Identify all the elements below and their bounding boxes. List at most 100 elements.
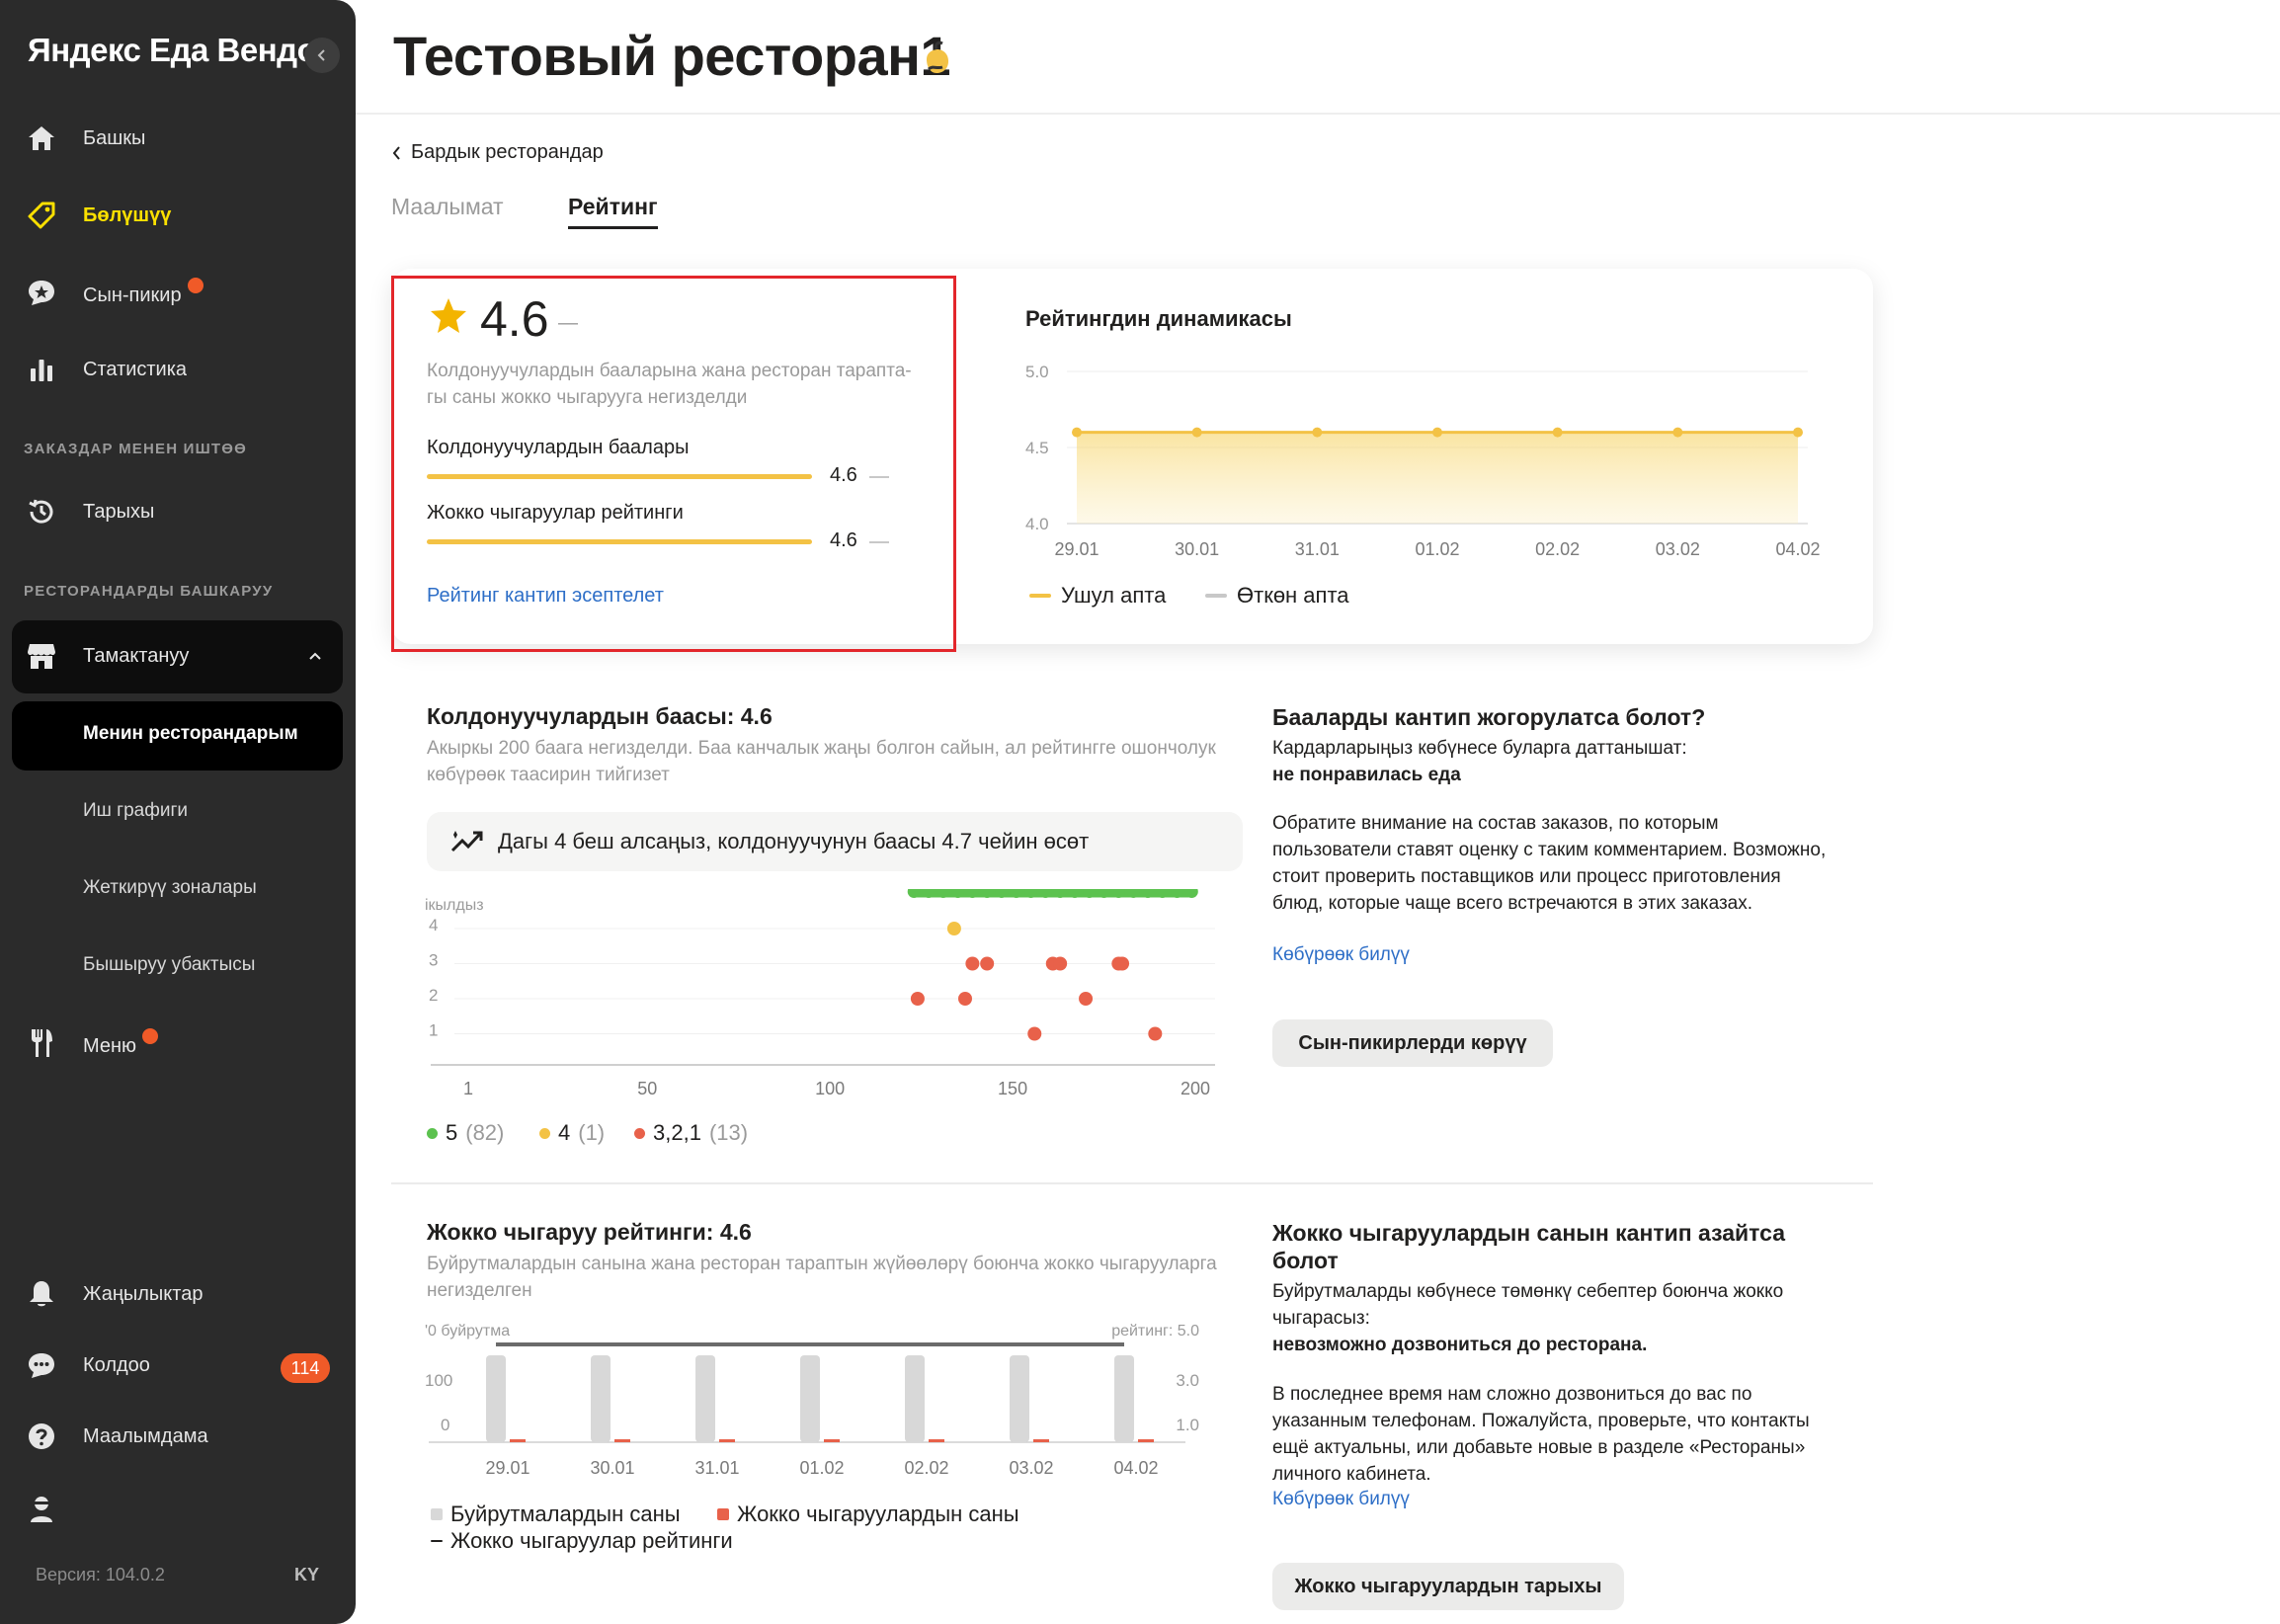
cancellations-bar: [510, 1439, 526, 1442]
orders-bar: [486, 1355, 506, 1442]
improve-body: Обратите внимание на состав заказов, по …: [1272, 813, 1827, 914]
language-switch[interactable]: KY: [294, 1565, 319, 1585]
sidebar-item-reviews[interactable]: Сын-пикир: [0, 267, 356, 318]
y-right-tick: 1.0: [1176, 1416, 1199, 1434]
cancel-rating-trend: [869, 541, 889, 543]
sidebar-item-help[interactable]: Маалымдама: [0, 1411, 356, 1462]
y-tick-label: 1: [429, 1021, 438, 1040]
sidebar-subitem-delivery-zones[interactable]: Жеткирүү зоналары: [83, 877, 257, 899]
x-tick-label: 29.01: [485, 1458, 529, 1478]
sidebar-item-label: Тамактануу: [83, 644, 190, 667]
y-tick-label: 5.0: [1025, 363, 1049, 381]
x-tick-label: 02.02: [1535, 539, 1580, 559]
cancellations-bar: [719, 1439, 735, 1442]
y-tick-label: 4.0: [1025, 515, 1049, 533]
x-tick-label: 150: [998, 1079, 1027, 1096]
trend-up-icon: [450, 831, 483, 853]
cancellation-history-button[interactable]: Жокко чыгаруулардын тарыхы: [1272, 1563, 1624, 1610]
rating-trend: —: [558, 312, 578, 334]
profile-button[interactable]: [0, 1484, 356, 1535]
chat-icon: [26, 1349, 57, 1381]
legend-cancellations: Жокко чыгаруулардын саны: [717, 1502, 1019, 1527]
reduce-learn-more-link[interactable]: Көбүрөөк билүү: [1272, 1489, 1410, 1510]
legend-orders: Буйрутмалардын саны: [431, 1502, 681, 1527]
user-ratings-trend: [869, 476, 889, 478]
point-low-star: [957, 992, 972, 1006]
x-tick-label: 04.02: [1775, 539, 1820, 559]
orders-bar: [695, 1355, 715, 1442]
orders-cancellations-chart: '0 буйрутма рейтинг: 5.0 100 0 3.0 1.0 29.01 30…: [425, 1323, 1199, 1478]
tab-rating[interactable]: Рейтинг: [568, 194, 658, 229]
sidebar-item-stats[interactable]: Статистика: [0, 344, 356, 395]
sidebar-item-promo[interactable]: Бөлүшүү: [0, 190, 356, 241]
brand-logo[interactable]: Яндекс Еда Вендор: [28, 32, 336, 69]
bell-icon: [26, 1278, 57, 1310]
history-icon: [26, 496, 57, 528]
cancellations-bar: [1138, 1439, 1154, 1442]
sidebar-item-home[interactable]: Башкы: [0, 113, 356, 164]
how-rating-calculated-link[interactable]: Рейтинг кантип эсептелет: [427, 585, 664, 608]
page-title: Тестовый ресторан1: [393, 25, 951, 87]
x-tick-label: 31.01: [694, 1458, 739, 1478]
y-tick-label: 2: [429, 986, 438, 1005]
sidebar: Яндекс Еда Вендор Башкы Бөлүшүү Сын-пики…: [0, 0, 356, 1624]
dynamics-chart-title: Рейтингдин динамикасы: [1025, 306, 1292, 331]
sidebar-subitem-label: Менин ресторандарым: [83, 723, 298, 744]
sidebar-group-header[interactable]: Тамактануу: [0, 630, 356, 682]
sidebar-item-label: Башкы: [83, 126, 146, 149]
view-reviews-button[interactable]: Сын-пикирлерди көрүү: [1272, 1019, 1553, 1067]
sidebar-item-history[interactable]: Тарыхы: [0, 486, 356, 537]
point-low-star: [1053, 956, 1068, 971]
legend-four-stars: 4 (1): [539, 1120, 605, 1146]
sidebar-item-label: Меню: [83, 1028, 159, 1058]
review-icon: [26, 277, 57, 308]
chevron-left-icon: [392, 145, 400, 160]
user-ratings-value: 4.6: [830, 464, 857, 486]
sidebar-item-menu[interactable]: Меню: [0, 1017, 356, 1069]
user-ratings-label: Колдонуучулардын баалары: [427, 437, 690, 458]
help-icon: [26, 1421, 57, 1452]
rating-description: Колдонуучулардын бааларына жана ресторан…: [427, 361, 912, 408]
back-to-restaurants-link[interactable]: Бардык ресторандар: [391, 141, 604, 164]
x-tick-label: 1: [463, 1079, 473, 1096]
sidebar-subitem-cooking-time[interactable]: Бышыруу убактысы: [83, 954, 255, 976]
notification-dot: [142, 1028, 159, 1044]
user-ratings-bar: [427, 474, 812, 479]
improve-title: Бааларды кантип жогорулатса болот?: [1272, 704, 1706, 730]
x-tick-label: 03.02: [1009, 1458, 1053, 1478]
sidebar-item-news[interactable]: Жаңылыктар: [0, 1268, 356, 1320]
section-title-orders: ЗАКАЗДАР МЕНЕН ИШТӨӨ: [24, 441, 247, 457]
section-divider: [391, 1182, 1873, 1184]
point-low-star: [1027, 1026, 1042, 1041]
data-point: [1072, 427, 1082, 438]
tab-info[interactable]: Маалымат: [391, 194, 504, 220]
version-label: Версия: 104.0.2: [36, 1565, 165, 1584]
point-low-star: [1148, 1026, 1163, 1041]
restaurant-emoji-icon: [923, 40, 952, 80]
x-tick-label: 03.02: [1656, 539, 1700, 559]
x-tick-label: 31.01: [1295, 539, 1340, 559]
improve-learn-more-link[interactable]: Көбүрөөк билүү: [1272, 944, 1410, 966]
cancel-rating-title: Жокко чыгаруу рейтинги: 4.6: [427, 1219, 752, 1245]
data-point: [1432, 427, 1442, 438]
collapse-sidebar-button[interactable]: [304, 38, 340, 73]
reduce-title: Жокко чыгаруулардын санын кантип азайтса…: [1272, 1220, 1786, 1273]
improve-line1: Кардарларыңыз көбүнесе буларга даттаныша…: [1272, 738, 1687, 759]
x-tick-label: 01.02: [799, 1458, 844, 1478]
section-title-restaurants: РЕСТОРАНДАРДЫ БАШКАРУУ: [24, 583, 274, 600]
y-tick-label: 3: [429, 951, 438, 970]
x-tick-label: 30.01: [1175, 539, 1219, 559]
data-point: [1552, 427, 1563, 438]
cancel-rating-label: Жокко чыгаруулар рейтинги: [427, 502, 684, 524]
y-right-tick: 3.0: [1176, 1371, 1199, 1390]
y-axis-title: ікылдыз: [425, 897, 484, 914]
x-tick-label: 01.02: [1415, 539, 1459, 559]
legend-low-stars: 3,2,1 (13): [634, 1120, 748, 1146]
y-tick-label: 4: [429, 916, 438, 934]
x-tick-label: 29.01: [1054, 539, 1099, 559]
data-point: [1793, 427, 1803, 438]
sidebar-subitem-schedule[interactable]: Иш графиги: [83, 800, 188, 822]
orders-bar: [1114, 1355, 1134, 1442]
x-tick-label: 30.01: [590, 1458, 634, 1478]
y-right-title: рейтинг: 5.0: [1111, 1323, 1199, 1340]
